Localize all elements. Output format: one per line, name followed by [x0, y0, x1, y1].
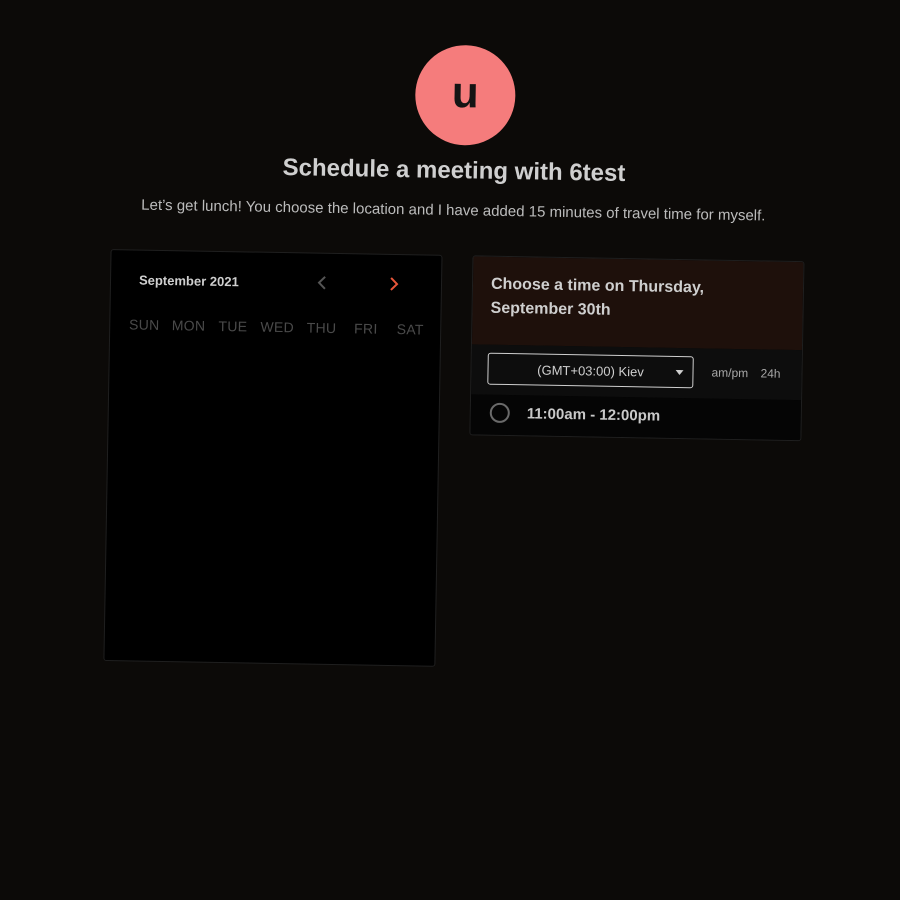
weekday-header: SUN MON TUE WED THU FRI SAT	[122, 316, 432, 337]
24h-format-toggle[interactable]: 24h	[760, 366, 780, 380]
time-slot-label: 11:00am - 12:00pm	[526, 405, 661, 425]
calendar-panel: September 2021 SUN MON TUE WED THU FRI S…	[103, 249, 443, 667]
previous-month-button[interactable]	[307, 267, 338, 298]
time-picker-panel: Choose a time on Thursday, September 30t…	[469, 255, 805, 442]
timezone-select[interactable]: (GMT+03:00) Kiev	[487, 352, 694, 389]
weekday-mon: MON	[171, 317, 206, 334]
time-slot-option[interactable]: 11:00am - 12:00pm	[470, 394, 802, 441]
ampm-format-toggle[interactable]: am/pm	[711, 366, 748, 381]
time-picker-header: Choose a time on Thursday, September 30t…	[471, 256, 804, 351]
booking-page: u Schedule a meeting with 6test Let’s ge…	[0, 0, 900, 900]
timezone-value: (GMT+03:00) Kiev	[537, 362, 644, 379]
weekday-sat: SAT	[396, 321, 424, 338]
page: u Schedule a meeting with 6test Let’s ge…	[0, 0, 900, 900]
calendar-month-label: September 2021	[138, 272, 239, 290]
weekday-thu: THU	[306, 319, 337, 337]
time-picker-heading: Choose a time on Thursday, September 30t…	[490, 275, 705, 319]
chevron-right-icon	[390, 277, 399, 291]
avatar-letter: u	[451, 67, 480, 118]
weekday-tue: TUE	[218, 317, 248, 335]
chevron-left-icon	[317, 276, 326, 290]
event-description: Let’s get lunch! You choose the location…	[141, 196, 766, 225]
page-title: Schedule a meeting with 6test	[282, 154, 626, 188]
next-month-button[interactable]	[379, 269, 410, 300]
weekday-wed: WED	[260, 318, 295, 336]
caret-down-icon	[675, 369, 684, 376]
radio-icon	[489, 402, 510, 424]
weekday-fri: FRI	[354, 320, 378, 337]
weekday-sun: SUN	[128, 316, 160, 333]
host-avatar: u	[414, 44, 517, 147]
timezone-row: (GMT+03:00) Kiev am/pm 24h	[471, 344, 802, 401]
